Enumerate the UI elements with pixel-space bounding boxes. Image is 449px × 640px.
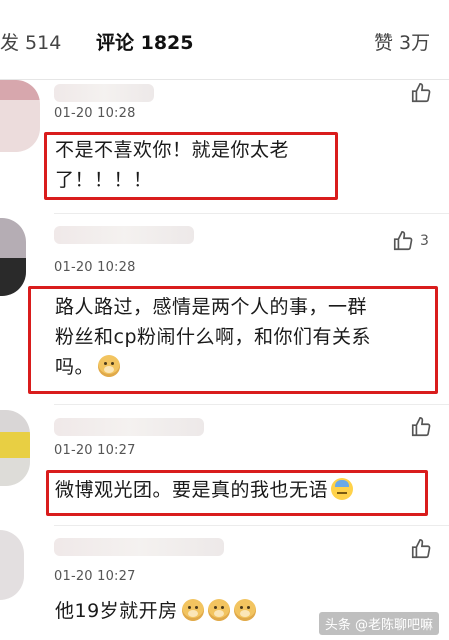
doge-emoji-icon: [233, 599, 256, 621]
comment-item: 01-20 10:27 微博观光团。要是真的我也无语: [0, 410, 449, 520]
thumbs-up-icon: [411, 539, 431, 559]
like-button[interactable]: [410, 82, 432, 104]
thumbs-up-icon: [393, 231, 413, 251]
tab-repost[interactable]: 发 514: [0, 28, 61, 55]
like-button[interactable]: 3: [392, 230, 429, 252]
username-blurred[interactable]: [54, 84, 154, 102]
comment-time: 01-20 10:28: [54, 106, 136, 121]
doge-emoji-icon: [181, 599, 204, 621]
comment-time: 01-20 10:27: [54, 569, 136, 584]
like-button[interactable]: [410, 416, 432, 438]
tab-comments[interactable]: 评论 1825: [96, 28, 194, 55]
highlight-box: [28, 286, 438, 394]
doge-emoji-icon: [207, 599, 230, 621]
comment-time: 01-20 10:27: [54, 443, 136, 458]
watermark: 头条 @老陈聊吧嘛: [318, 612, 439, 635]
highlight-box: [44, 132, 338, 200]
avatar[interactable]: [0, 80, 40, 152]
divider: [54, 525, 449, 526]
divider: [54, 404, 449, 405]
like-count: 3: [420, 233, 429, 249]
comment-item: 3 01-20 10:28 路人路过，感情是两个人的事，一群 粉丝和cp粉闹什么…: [0, 218, 449, 400]
highlight-box: [46, 470, 428, 516]
avatar[interactable]: [0, 410, 30, 486]
comment-text: 他19岁就开房: [55, 596, 256, 626]
avatar[interactable]: [0, 218, 26, 296]
username-blurred[interactable]: [54, 418, 204, 436]
username-blurred[interactable]: [54, 538, 224, 556]
comment-item: 01-20 10:28 不是不喜欢你！就是你太老 了！！！！: [0, 80, 449, 200]
comment-line: 他19岁就开房: [55, 596, 256, 626]
like-button[interactable]: [410, 538, 432, 560]
avatar[interactable]: [0, 530, 24, 600]
comment-tabs: 发 514 评论 1825 赞 3万: [0, 0, 449, 80]
thumbs-up-icon: [411, 83, 431, 103]
divider: [54, 213, 449, 214]
comment-time: 01-20 10:28: [54, 260, 136, 275]
tab-likes[interactable]: 赞 3万: [374, 28, 430, 55]
username-blurred[interactable]: [54, 226, 194, 244]
thumbs-up-icon: [411, 417, 431, 437]
